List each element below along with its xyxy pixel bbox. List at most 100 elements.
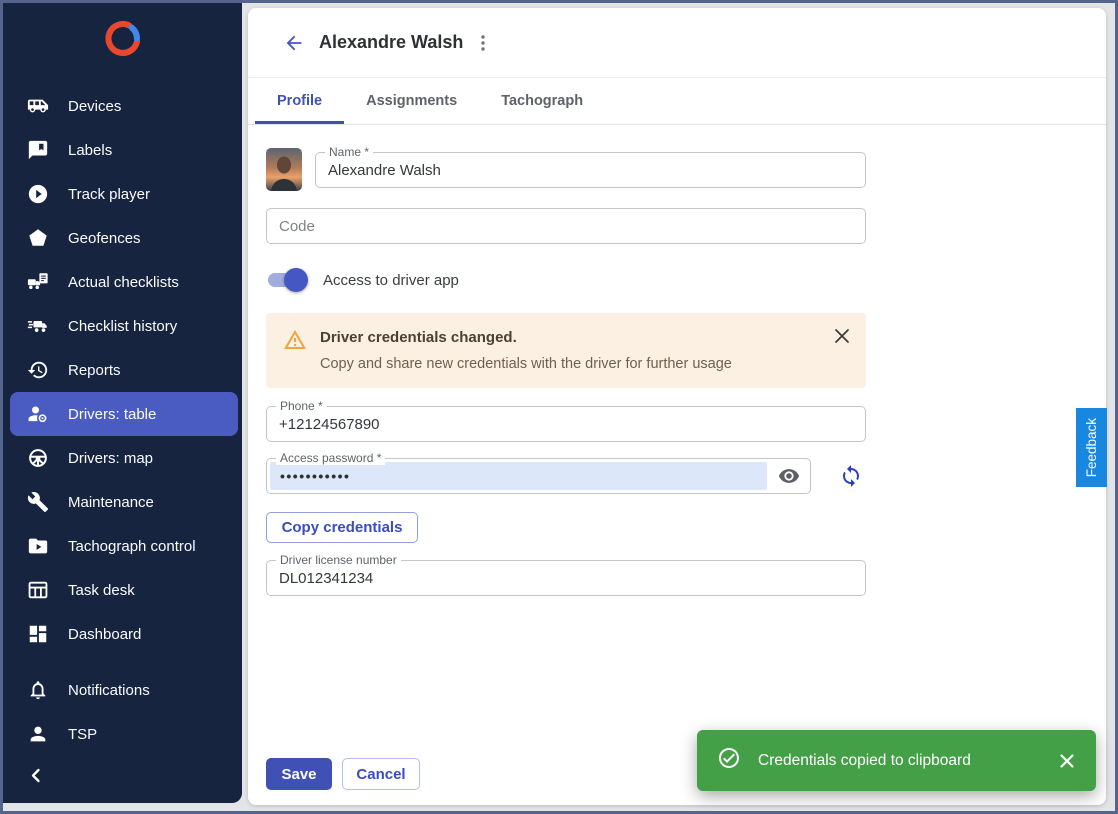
save-button[interactable]: Save <box>266 758 332 790</box>
sidebar-item-label: Dashboard <box>68 626 141 643</box>
logo <box>3 3 242 79</box>
label-bubble-icon <box>27 139 49 161</box>
sidebar-item-actual-checklists[interactable]: Actual checklists <box>3 260 242 304</box>
sidebar-item-tachograph-control[interactable]: Tachograph control <box>3 524 242 568</box>
sidebar-item-dashboard[interactable]: Dashboard <box>3 612 242 656</box>
back-button[interactable] <box>282 31 306 55</box>
page-title: Alexandre Walsh <box>319 32 463 53</box>
form-actions: Save Cancel <box>266 758 420 790</box>
cancel-button[interactable]: Cancel <box>342 758 420 790</box>
shuttle-truck-icon <box>27 95 49 117</box>
kebab-menu-icon[interactable] <box>470 30 496 56</box>
license-input[interactable] <box>279 570 853 587</box>
phone-field-label: Phone * <box>276 399 327 413</box>
regenerate-password-icon[interactable] <box>838 463 864 489</box>
eye-icon[interactable] <box>768 459 810 493</box>
history-icon <box>27 359 49 381</box>
sidebar-item-label: Checklist history <box>68 318 177 335</box>
driver-app-toggle[interactable] <box>266 271 306 289</box>
password-field-label: Access password * <box>276 451 385 465</box>
sidebar-item-label: TSP <box>68 726 97 743</box>
sidebar-item-notifications[interactable]: Notifications <box>3 668 242 712</box>
steering-wheel-icon <box>27 447 49 469</box>
sidebar-item-tsp[interactable]: TSP <box>3 712 242 756</box>
sidebar-item-label: Maintenance <box>68 494 154 511</box>
sidebar-item-label: Notifications <box>68 682 150 699</box>
bell-icon <box>27 679 49 701</box>
driver-badge-icon <box>27 403 49 425</box>
check-circle-icon <box>717 746 741 775</box>
code-input[interactable] <box>279 218 853 235</box>
sidebar-item-label: Drivers: map <box>68 450 153 467</box>
person-icon <box>27 723 49 745</box>
sidebar-item-track-player[interactable]: Track player <box>3 172 242 216</box>
sidebar-item-label: Track player <box>68 186 150 203</box>
driver-header: Alexandre Walsh <box>248 8 1106 78</box>
sidebar-collapse-button[interactable] <box>3 756 242 800</box>
sidebar-item-drivers-table[interactable]: Drivers: table <box>10 392 238 436</box>
sidebar-item-geofences[interactable]: Geofences <box>3 216 242 260</box>
banner-message: Copy and share new credentials with the … <box>320 356 732 372</box>
name-field-label: Name * <box>325 145 373 159</box>
toast-message: Credentials copied to clipboard <box>758 752 971 770</box>
sidebar-item-checklist-history[interactable]: Checklist history <box>3 304 242 348</box>
success-toast: Credentials copied to clipboard <box>697 730 1096 791</box>
folder-arrow-icon <box>27 535 49 557</box>
code-field[interactable] <box>266 208 866 244</box>
sidebar-item-devices[interactable]: Devices <box>3 84 242 128</box>
feedback-tab[interactable]: Feedback <box>1076 408 1107 487</box>
sidebar-item-labels[interactable]: Labels <box>3 128 242 172</box>
wrench-icon <box>27 491 49 513</box>
tab-assignments[interactable]: Assignments <box>344 78 479 124</box>
sidebar-item-label: Geofences <box>68 230 141 247</box>
app-window: Devices Labels Track player Geofences <box>0 0 1118 814</box>
truck-document-icon <box>27 271 49 293</box>
password-row: Access password * ••••••••••• <box>266 458 1088 494</box>
sidebar-item-drivers-map[interactable]: Drivers: map <box>3 436 242 480</box>
license-field-label: Driver license number <box>276 553 401 567</box>
sidebar-item-label: Devices <box>68 98 121 115</box>
brand-logo-icon <box>102 18 144 65</box>
sidebar: Devices Labels Track player Geofences <box>3 3 242 803</box>
sidebar-item-maintenance[interactable]: Maintenance <box>3 480 242 524</box>
driver-app-toggle-label: Access to driver app <box>323 272 459 289</box>
profile-form: Name * Access to driver app Dr <box>248 125 1106 596</box>
tab-tachograph[interactable]: Tachograph <box>479 78 605 124</box>
credentials-warning-banner: Driver credentials changed. Copy and sha… <box>266 313 866 388</box>
name-field[interactable]: Name * <box>315 152 866 188</box>
sidebar-item-reports[interactable]: Reports <box>3 348 242 392</box>
sidebar-item-task-desk[interactable]: Task desk <box>3 568 242 612</box>
sidebar-item-label: Labels <box>68 142 112 159</box>
copy-credentials-button[interactable]: Copy credentials <box>266 512 418 543</box>
password-field[interactable]: Access password * ••••••••••• <box>266 458 811 494</box>
sidebar-item-label: Task desk <box>68 582 135 599</box>
main-panel: Alexandre Walsh Profile Assignments Tach… <box>248 8 1106 805</box>
toast-close-icon[interactable] <box>1056 750 1078 772</box>
dashboard-icon <box>27 623 49 645</box>
sidebar-footer: Notifications TSP <box>3 668 242 800</box>
play-circle-icon <box>27 183 49 205</box>
feedback-tab-label: Feedback <box>1084 418 1099 477</box>
phone-field[interactable]: Phone * <box>266 406 866 442</box>
sidebar-item-label: Tachograph control <box>68 538 196 555</box>
banner-title: Driver credentials changed. <box>320 329 732 346</box>
sidebar-item-label: Reports <box>68 362 121 379</box>
chevron-left-icon <box>29 768 43 788</box>
sidebar-item-label: Drivers: table <box>68 406 156 423</box>
pentagon-icon <box>27 227 49 249</box>
task-grid-icon <box>27 579 49 601</box>
warning-icon <box>283 328 307 372</box>
phone-input[interactable] <box>279 416 853 433</box>
toggle-thumb <box>284 268 308 292</box>
license-field[interactable]: Driver license number <box>266 560 866 596</box>
password-input[interactable]: ••••••••••• <box>270 462 767 490</box>
banner-close-icon[interactable] <box>833 327 851 345</box>
truck-speed-icon <box>27 315 49 337</box>
driver-app-toggle-row: Access to driver app <box>266 268 866 292</box>
name-input[interactable] <box>328 162 853 179</box>
driver-avatar[interactable] <box>266 148 302 191</box>
sidebar-nav: Devices Labels Track player Geofences <box>3 79 242 800</box>
sidebar-item-label: Actual checklists <box>68 274 179 291</box>
tab-bar: Profile Assignments Tachograph <box>248 78 1106 125</box>
tab-profile[interactable]: Profile <box>255 78 344 124</box>
